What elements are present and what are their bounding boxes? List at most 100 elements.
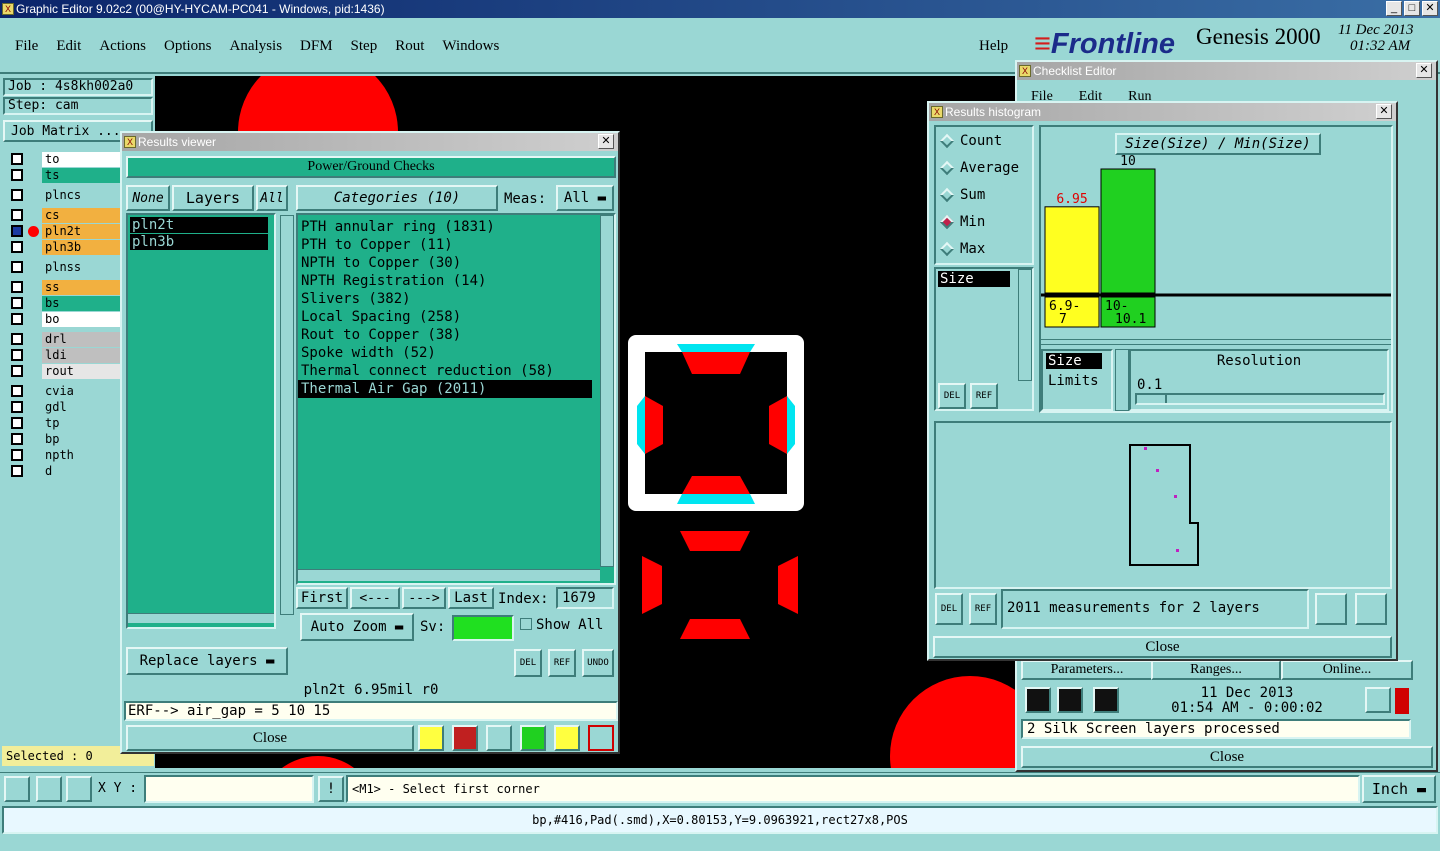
layer-row-rout[interactable]: rout (8, 364, 120, 379)
layer-checkbox[interactable] (11, 189, 23, 201)
grid-icon[interactable] (66, 776, 92, 802)
next-button[interactable]: ---> (402, 587, 446, 609)
layer-checkbox[interactable] (11, 401, 23, 413)
result-layer-item[interactable]: pln2t (130, 217, 268, 233)
index-input[interactable]: 1679 (556, 587, 614, 609)
layer-row-bp[interactable]: bp (8, 432, 120, 447)
checklist-close-icon[interactable]: ✕ (1416, 63, 1432, 78)
check-group-header[interactable]: Power/Ground Checks (126, 156, 616, 178)
prev-button[interactable]: <--- (350, 587, 400, 609)
layer-row-ss[interactable]: ss (8, 280, 120, 295)
del-button[interactable]: DEL (938, 383, 966, 409)
category-item[interactable]: NPTH Registration (14) (298, 272, 614, 290)
size-selection[interactable]: Size (1046, 353, 1102, 369)
zoom-icon[interactable] (1365, 687, 1391, 713)
measure-icon[interactable] (36, 776, 62, 802)
layer-row-plncs[interactable]: plncs (8, 188, 120, 203)
del-button[interactable]: DEL (935, 593, 963, 625)
all-button[interactable]: All (256, 185, 288, 211)
layer-checkbox[interactable] (11, 385, 23, 397)
checklist-close-button[interactable]: Close (1021, 746, 1433, 768)
menu-file[interactable]: File (15, 38, 38, 54)
layer-row-plnss[interactable]: plnss (8, 260, 120, 275)
category-scrollbar[interactable] (600, 215, 614, 567)
layer-row-gdl[interactable]: gdl (8, 400, 120, 415)
mode-average-radio[interactable]: Average (939, 160, 1019, 176)
layer-checkbox[interactable] (11, 333, 23, 345)
del-result-button[interactable]: DEL (514, 649, 542, 677)
layer-checkbox[interactable] (11, 241, 23, 253)
mode-count-radio[interactable]: Count (939, 133, 1002, 149)
run-icon[interactable] (1025, 687, 1051, 713)
menu-help[interactable]: Help (979, 38, 1008, 55)
limits-option[interactable]: Limits (1048, 373, 1099, 389)
layer-checkbox[interactable] (11, 169, 23, 181)
layer-row-pln2t[interactable]: pln2t (8, 224, 120, 239)
replace-layers-button[interactable]: Replace layers ▬ (126, 647, 288, 675)
ref-button[interactable]: REF (970, 383, 998, 409)
parameters-button[interactable]: Parameters... (1021, 660, 1153, 680)
counter-icon[interactable] (520, 725, 546, 751)
layer-row-cvia[interactable]: cvia (8, 384, 120, 399)
unit-select[interactable]: Inch ▬ (1362, 775, 1436, 803)
category-item[interactable]: NPTH to Copper (30) (298, 254, 614, 272)
menu-dfm[interactable]: DFM (300, 38, 333, 54)
layer-checkbox[interactable] (11, 465, 23, 477)
category-item[interactable]: PTH to Copper (11) (298, 236, 614, 254)
layer-checkbox[interactable] (11, 417, 23, 429)
category-item[interactable]: Spoke width (52) (298, 344, 614, 362)
field-item[interactable]: Size (938, 271, 1010, 287)
menu-edit[interactable]: Edit (56, 38, 81, 54)
zoom-to-board-icon[interactable] (1355, 593, 1387, 625)
online-button[interactable]: Online... (1281, 660, 1413, 680)
menu-step[interactable]: Step (351, 38, 378, 54)
mode-max-radio[interactable]: Max (939, 241, 985, 257)
layer-checkbox[interactable] (11, 449, 23, 461)
draw-icon[interactable] (452, 725, 478, 751)
layer-row-drl[interactable]: drl (8, 332, 120, 347)
menu-actions[interactable]: Actions (99, 38, 146, 54)
layer-row-ldi[interactable]: ldi (8, 348, 120, 363)
menu-options[interactable]: Options (164, 38, 212, 54)
ref-result-button[interactable]: REF (548, 649, 576, 677)
category-item[interactable]: PTH annular ring (1831) (298, 218, 614, 236)
layer-checkbox[interactable] (11, 209, 23, 221)
histogram-bar[interactable] (1100, 168, 1156, 294)
layer-checkbox[interactable] (11, 349, 23, 361)
layer-checkbox[interactable] (11, 365, 23, 377)
menu-rout[interactable]: Rout (395, 38, 424, 54)
histogram-close-icon[interactable]: ✕ (1376, 104, 1392, 119)
categories-button[interactable]: Categories (10) (296, 185, 498, 211)
chart-hscroll[interactable] (1041, 339, 1391, 345)
field-scrollbar[interactable] (1018, 269, 1032, 381)
undo-button[interactable]: UNDO (582, 649, 614, 677)
layer-row-npth[interactable]: npth (8, 448, 120, 463)
stop-icon[interactable] (1093, 687, 1119, 713)
sv-color-select[interactable] (452, 615, 514, 641)
layer-row-to[interactable]: to (8, 152, 120, 167)
layer-row-tp[interactable]: tp (8, 416, 120, 431)
first-button[interactable]: First (296, 587, 348, 609)
zoom-to-results-icon[interactable] (1315, 593, 1347, 625)
ref-crossed-icon[interactable] (486, 725, 512, 751)
notes-icon[interactable] (554, 725, 580, 751)
layer-row-pln3b[interactable]: pln3b (8, 240, 120, 255)
layer-list-scrollbar[interactable] (280, 215, 294, 615)
run-all-icon[interactable] (1057, 687, 1083, 713)
alert-icon[interactable]: ! (318, 776, 344, 802)
menu-analysis[interactable]: Analysis (230, 38, 283, 54)
category-item[interactable]: Thermal Air Gap (2011) (298, 380, 592, 398)
category-hscroll[interactable] (298, 569, 600, 581)
category-item[interactable]: Thermal connect reduction (58) (298, 362, 614, 380)
layer-checkbox[interactable] (11, 297, 23, 309)
layer-row-bo[interactable]: bo (8, 312, 120, 327)
meas-select[interactable]: All ▬ (556, 185, 614, 211)
layer-row-bs[interactable]: bs (8, 296, 120, 311)
layer-checkbox[interactable] (11, 153, 23, 165)
layers-button[interactable]: Layers (172, 185, 254, 211)
viewer-close-button[interactable]: Close (126, 725, 414, 751)
mode-sum-radio[interactable]: Sum (939, 187, 985, 203)
ranges-button[interactable]: Ranges... (1151, 660, 1281, 680)
mode-min-radio[interactable]: Min (939, 214, 985, 230)
minimize-button[interactable]: _ (1386, 1, 1402, 16)
